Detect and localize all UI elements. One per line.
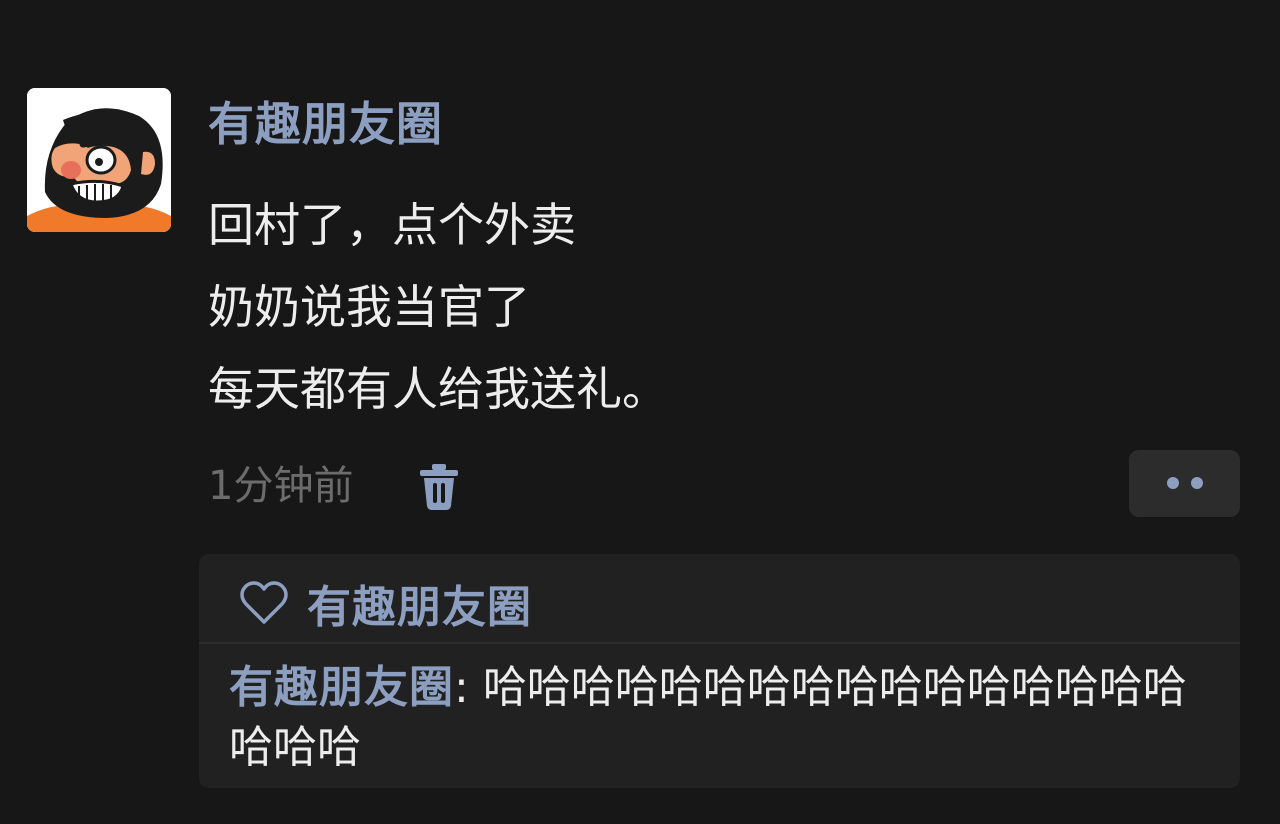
post-text-line: 回村了，点个外卖: [208, 198, 576, 252]
comment-item[interactable]: 有趣朋友圈: 哈哈哈哈哈哈哈哈哈哈哈哈哈哈哈哈哈哈哈: [229, 658, 1219, 778]
post-text-line: 奶奶说我当官了: [208, 280, 530, 334]
post-text-line: 每天都有人给我送礼。: [208, 362, 668, 416]
two-dots-icon: [1167, 477, 1203, 489]
cartoon-avatar-icon: [27, 88, 171, 232]
delete-button[interactable]: [414, 460, 464, 512]
comment-author[interactable]: 有趣朋友圈: [229, 662, 454, 713]
liker-name[interactable]: 有趣朋友圈: [307, 571, 532, 635]
more-options-button[interactable]: [1129, 450, 1240, 517]
heart-outline-icon: [240, 581, 288, 624]
likes-row: 有趣朋友圈: [239, 572, 532, 634]
trash-icon: [420, 464, 458, 510]
post-author-name[interactable]: 有趣朋友圈: [208, 92, 443, 156]
divider: [199, 642, 1240, 644]
post-timestamp: 1分钟前: [208, 463, 354, 509]
post-text: 回村了，点个外卖 奶奶说我当官了 每天都有人给我送礼。: [208, 184, 668, 430]
comment-separator: :: [454, 662, 483, 713]
interactions-panel: 有趣朋友圈 有趣朋友圈: 哈哈哈哈哈哈哈哈哈哈哈哈哈哈哈哈哈哈哈: [199, 554, 1240, 788]
avatar[interactable]: [27, 88, 171, 232]
